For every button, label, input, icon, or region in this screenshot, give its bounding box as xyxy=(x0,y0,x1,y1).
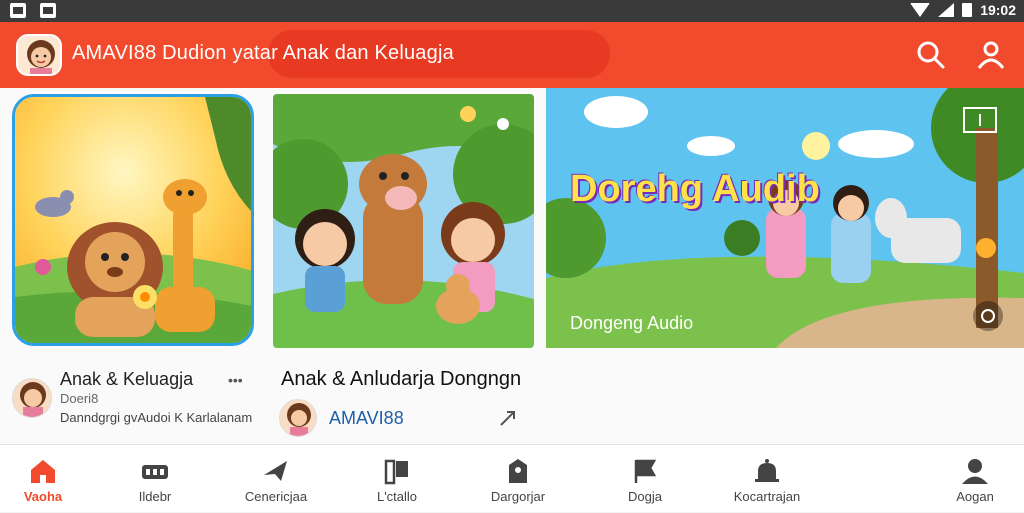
nav-item-bookmark[interactable]: Dargorjar xyxy=(463,445,573,513)
signal-icon xyxy=(938,3,955,17)
notification-icon xyxy=(10,3,26,18)
nav-item-send[interactable]: Cenericjaa xyxy=(221,445,331,513)
channel-avatar-2[interactable] xyxy=(279,399,317,437)
library-icon xyxy=(142,465,168,479)
app-bar: AMAVI88 Dudion yatar Anak dan Keluagja xyxy=(0,22,1024,88)
banner-title: Dorehg Audib xyxy=(570,168,820,210)
card-subtitle-1: Danndgrgi gvAudoi K Karlalanam xyxy=(60,410,253,425)
app-title: AMAVI88 Dudion yatar Anak dan Keluagja xyxy=(72,42,454,64)
status-time: 19:02 xyxy=(980,2,1016,18)
banner-caption: Dongeng Audio xyxy=(570,313,694,333)
nav-item-account[interactable]: Aogan xyxy=(920,445,1024,513)
wifi-icon xyxy=(910,3,931,17)
search-icon[interactable] xyxy=(914,38,948,72)
status-bar: 19:02 xyxy=(0,0,1024,22)
gallery-notification-icon xyxy=(40,3,56,18)
nav-item-library[interactable]: Ildebr xyxy=(100,445,210,513)
banner-card[interactable]: Dorehg Audib Dongeng Audio xyxy=(546,88,1024,348)
send-icon xyxy=(264,461,287,481)
channel-avatar-1[interactable] xyxy=(12,378,52,418)
nav-item-notifications[interactable]: Kocartrajan xyxy=(712,445,822,513)
account-icon xyxy=(962,459,988,484)
catalog-icon xyxy=(384,459,408,485)
share-icon[interactable] xyxy=(498,408,518,428)
home-icon xyxy=(31,460,55,483)
content-area: Dorehg Audib Dongeng Audio Anak & Keluag… xyxy=(0,88,1024,444)
card-channel-2[interactable]: AMAVI88 xyxy=(329,408,404,429)
card-thumbnail-1[interactable] xyxy=(12,94,254,346)
status-notifications xyxy=(10,3,56,18)
nav-item-home[interactable]: Vaoha xyxy=(0,445,98,513)
card-title-2[interactable]: Anak & Anludarja Dongngn xyxy=(281,368,521,391)
bell-icon xyxy=(755,459,779,482)
card-title-1[interactable]: Anak & Keluagja xyxy=(60,369,193,390)
bottom-navigation: Vaoha Ildebr Cenericjaa L'ctallo Dargorj… xyxy=(0,444,1024,512)
status-right: 19:02 xyxy=(910,2,1016,18)
profile-icon[interactable] xyxy=(974,38,1008,72)
nav-item-catalog[interactable]: L'ctallo xyxy=(342,445,452,513)
battery-icon xyxy=(962,3,973,17)
more-options-icon[interactable]: ••• xyxy=(228,372,243,388)
card-thumbnail-2[interactable] xyxy=(273,94,534,348)
nav-item-flag[interactable]: Dogja xyxy=(590,445,700,513)
flag-icon xyxy=(634,459,657,483)
app-logo-avatar[interactable] xyxy=(16,34,62,76)
bookmark-icon xyxy=(509,459,527,483)
card-channel-1: Doeri8 xyxy=(60,391,99,406)
